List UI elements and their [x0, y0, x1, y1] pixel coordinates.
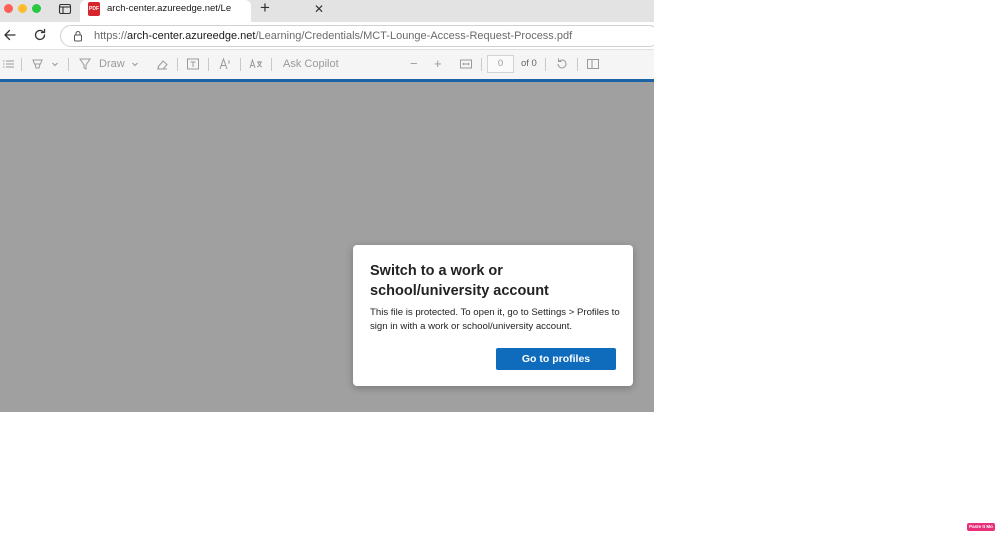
- pdf-icon: PDF: [88, 2, 100, 16]
- window-minimize-button[interactable]: [18, 4, 27, 13]
- toolbar-divider: [271, 58, 272, 71]
- tab-bar: PDF arch-center.azureedge.net/Learning/C…: [0, 0, 654, 22]
- toolbar-divider: [481, 58, 482, 71]
- new-tab-icon[interactable]: +: [260, 0, 270, 17]
- translate-icon[interactable]: [249, 57, 263, 71]
- page-number-input[interactable]: 0: [487, 55, 514, 73]
- zoom-in-icon[interactable]: +: [434, 57, 442, 71]
- draw-dropdown-icon[interactable]: [131, 57, 139, 71]
- highlight-dropdown-icon[interactable]: [51, 57, 59, 71]
- browser-window: PDF arch-center.azureedge.net/Learning/C…: [0, 0, 654, 412]
- eraser-icon[interactable]: [155, 57, 169, 71]
- window-zoom-button[interactable]: [32, 4, 41, 13]
- pdf-toolbar: Draw Ask Copilot − + 0 of 0: [0, 50, 654, 79]
- ask-copilot-button[interactable]: Ask Copilot: [283, 57, 339, 71]
- paste-it-badge[interactable]: Paste It Mo: [967, 523, 995, 531]
- pdf-toolbar-accent: [0, 79, 654, 82]
- refresh-icon[interactable]: [33, 28, 47, 42]
- url-host: arch-center.azureedge.net: [127, 30, 256, 42]
- toolbar-divider: [21, 58, 22, 71]
- zoom-out-icon[interactable]: −: [410, 57, 418, 71]
- page-view-icon[interactable]: [586, 57, 600, 71]
- url-text[interactable]: https://arch-center.azureedge.net/Learni…: [94, 30, 572, 42]
- tab-close-icon[interactable]: ✕: [314, 2, 324, 16]
- rotate-icon[interactable]: [555, 57, 569, 71]
- back-icon[interactable]: [3, 28, 17, 42]
- tab-title: arch-center.azureedge.net/Learning/Crede…: [107, 3, 231, 14]
- tab-active[interactable]: PDF arch-center.azureedge.net/Learning/C…: [80, 0, 324, 22]
- contents-icon[interactable]: [2, 57, 15, 71]
- toolbar-divider: [177, 58, 178, 71]
- navigation-bar: https://arch-center.azureedge.net/Learni…: [0, 22, 654, 50]
- highlight-icon[interactable]: [31, 57, 44, 71]
- toolbar-divider: [240, 58, 241, 71]
- go-to-profiles-button[interactable]: Go to profiles: [496, 348, 616, 370]
- toolbar-divider: [545, 58, 546, 71]
- address-bar[interactable]: https://arch-center.azureedge.net/Learni…: [60, 25, 654, 47]
- draw-icon[interactable]: [78, 57, 92, 71]
- url-scheme: https://: [94, 30, 128, 42]
- text-box-icon[interactable]: [186, 57, 200, 71]
- tab-actions-icon[interactable]: [58, 2, 72, 16]
- toolbar-divider: [208, 58, 209, 71]
- read-aloud-icon[interactable]: [218, 57, 232, 71]
- window-close-button[interactable]: [4, 4, 13, 13]
- fit-page-icon[interactable]: [459, 57, 473, 71]
- toolbar-divider: [577, 58, 578, 71]
- lock-icon[interactable]: [72, 30, 84, 42]
- dialog-message: This file is protected. To open it, go t…: [370, 307, 620, 332]
- draw-label[interactable]: Draw: [99, 57, 125, 71]
- toolbar-divider: [68, 58, 69, 71]
- dialog-title: Switch to a work or school/university ac…: [370, 263, 549, 299]
- page-total: of 0: [521, 58, 537, 69]
- url-path: /Learning/Credentials/MCT-Lounge-Access-…: [255, 30, 573, 42]
- protected-file-dialog: Switch to a work or school/university ac…: [353, 245, 633, 386]
